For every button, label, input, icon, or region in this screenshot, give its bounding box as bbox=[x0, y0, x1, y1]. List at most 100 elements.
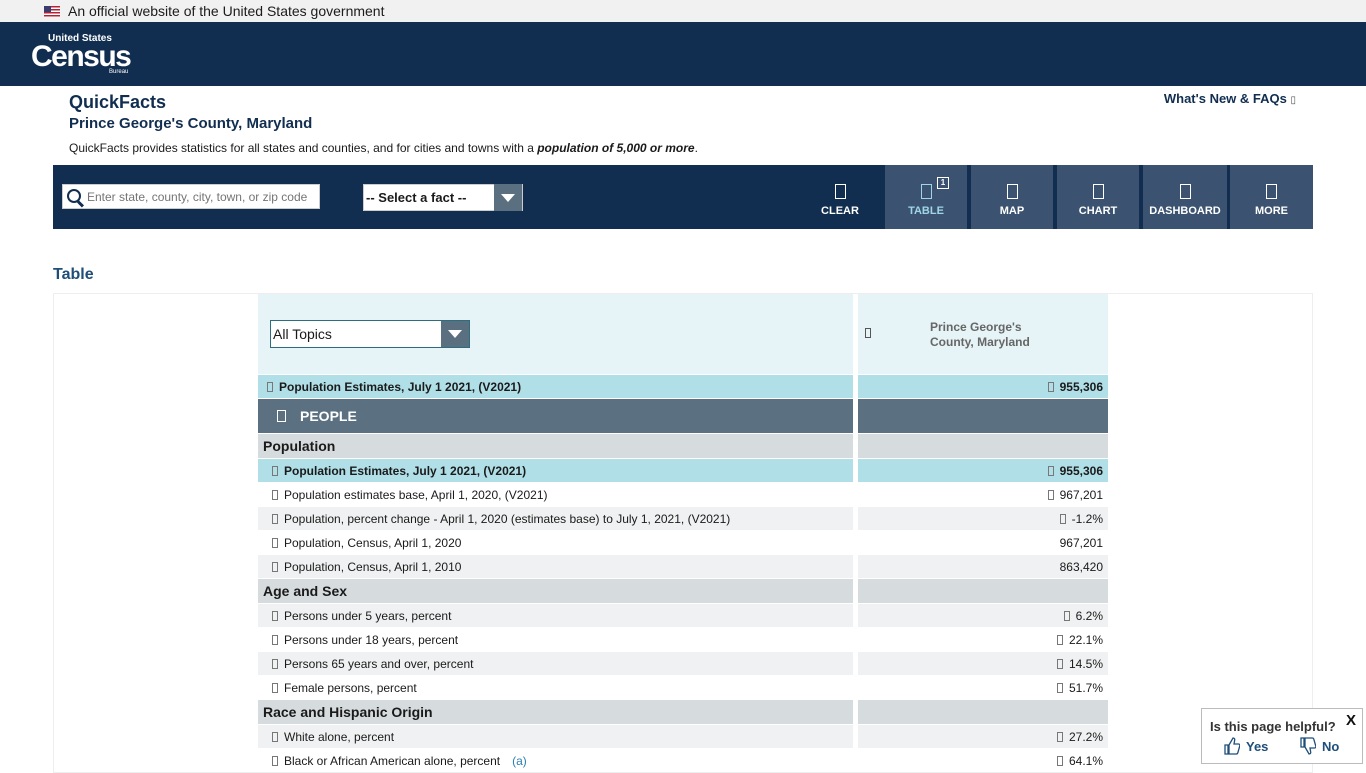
cell-value: 51.7% bbox=[1068, 680, 1103, 695]
clear-button[interactable]: CLEAR bbox=[800, 165, 880, 229]
checkbox-icon[interactable] bbox=[277, 410, 286, 422]
cell-value: 955,306 bbox=[1059, 463, 1103, 478]
checkbox-icon[interactable] bbox=[272, 489, 278, 500]
fact-select-value: -- Select a fact -- bbox=[366, 190, 467, 205]
table-row[interactable]: White alone, percent bbox=[258, 725, 853, 748]
value-cell[interactable]: 967,201 bbox=[858, 483, 1108, 506]
map-button[interactable]: MAP bbox=[971, 165, 1053, 229]
people-header[interactable]: PEOPLE bbox=[258, 399, 853, 433]
info-icon[interactable] bbox=[1059, 513, 1066, 524]
chart-button[interactable]: CHART bbox=[1057, 165, 1139, 229]
checkbox-icon[interactable] bbox=[272, 465, 278, 476]
chart-label: CHART bbox=[1078, 205, 1118, 217]
table-row[interactable]: Black or African American alone, percent… bbox=[258, 749, 853, 772]
value-cell[interactable]: 6.2% bbox=[858, 604, 1108, 627]
cell-value: 64.1% bbox=[1068, 753, 1103, 768]
page-description: QuickFacts provides statistics for all s… bbox=[69, 141, 698, 155]
checkbox-icon[interactable] bbox=[272, 755, 278, 766]
chevron-down-icon[interactable] bbox=[441, 321, 469, 347]
search-box bbox=[62, 184, 320, 209]
info-icon[interactable] bbox=[865, 328, 871, 338]
feedback-yes-label: Yes bbox=[1246, 738, 1269, 754]
table-row[interactable]: Persons under 18 years, percent bbox=[258, 628, 853, 651]
table-button[interactable]: 1 TABLE bbox=[885, 165, 967, 229]
table-icon bbox=[920, 184, 932, 199]
info-icon[interactable] bbox=[1056, 658, 1063, 669]
row-label: White alone, percent bbox=[284, 729, 395, 744]
page-subtitle: Prince George's County, Maryland bbox=[69, 115, 313, 132]
value-cell: 967,201 bbox=[858, 531, 1108, 554]
category-population: Population bbox=[258, 434, 853, 458]
table-row[interactable]: Persons under 5 years, percent bbox=[258, 604, 853, 627]
table-row[interactable]: Persons 65 years and over, percent bbox=[258, 652, 853, 675]
census-logo[interactable]: United States Census Bureau bbox=[31, 34, 132, 76]
info-icon[interactable] bbox=[1047, 381, 1054, 392]
close-icon[interactable]: X bbox=[1346, 712, 1356, 729]
value-cell[interactable]: 51.7% bbox=[858, 676, 1108, 699]
footnote-link[interactable]: (a) bbox=[512, 754, 527, 768]
cell-value: 22.1% bbox=[1068, 632, 1103, 647]
cell-value: 14.5% bbox=[1068, 656, 1103, 671]
category-age-sex: Age and Sex bbox=[258, 579, 853, 603]
clear-label: CLEAR bbox=[821, 205, 859, 217]
value-cell[interactable]: -1.2% bbox=[858, 507, 1108, 530]
value-cell[interactable]: 955,306 bbox=[858, 459, 1108, 482]
thumbs-up-icon bbox=[1224, 737, 1240, 755]
value-cell[interactable]: 27.2% bbox=[858, 725, 1108, 748]
checkbox-icon[interactable] bbox=[272, 731, 278, 742]
map-label: MAP bbox=[999, 205, 1025, 217]
feedback-no-button[interactable]: No bbox=[1300, 737, 1339, 755]
table-label: TABLE bbox=[908, 205, 944, 217]
info-icon[interactable] bbox=[1047, 465, 1054, 476]
whats-new-link[interactable]: What's New & FAQs ▯ bbox=[1164, 91, 1296, 106]
checkbox-icon[interactable] bbox=[272, 610, 278, 621]
cell-value: 863,420 bbox=[1059, 559, 1103, 574]
info-icon[interactable] bbox=[1056, 682, 1063, 693]
feedback-yes-button[interactable]: Yes bbox=[1224, 737, 1268, 755]
fact-select[interactable]: -- Select a fact -- bbox=[363, 184, 523, 211]
geo-column-header: Prince George's County, Maryland bbox=[930, 320, 1030, 349]
clear-icon bbox=[834, 184, 846, 199]
feedback-no-label: No bbox=[1322, 738, 1340, 754]
topic-select-value: All Topics bbox=[273, 326, 332, 342]
table-row[interactable]: Population Estimates, July 1 2021, (V202… bbox=[258, 459, 853, 482]
value-cell[interactable]: 955,306 bbox=[858, 375, 1108, 398]
chevron-down-icon[interactable] bbox=[494, 184, 522, 211]
table-row[interactable]: Population, Census, April 1, 2010 bbox=[258, 555, 853, 578]
table-row[interactable]: Female persons, percent bbox=[258, 676, 853, 699]
value-cell[interactable]: 14.5% bbox=[858, 652, 1108, 675]
checkbox-icon[interactable] bbox=[272, 537, 278, 548]
search-input[interactable] bbox=[87, 189, 315, 204]
cell-value: 967,201 bbox=[1059, 487, 1103, 502]
value-cell[interactable]: 64.1% bbox=[858, 749, 1108, 772]
table-header-right: Prince George's County, Maryland bbox=[858, 294, 1108, 374]
info-icon[interactable] bbox=[1056, 755, 1063, 766]
table-row[interactable]: Population Estimates, July 1 2021, (V202… bbox=[258, 375, 853, 398]
more-button[interactable]: MORE bbox=[1230, 165, 1313, 229]
checkbox-icon[interactable] bbox=[272, 658, 278, 669]
row-label: Population estimates base, April 1, 2020… bbox=[284, 487, 548, 502]
site-header: United States Census Bureau bbox=[0, 22, 1366, 86]
topic-select[interactable]: All Topics bbox=[270, 320, 470, 348]
info-icon[interactable] bbox=[1047, 489, 1054, 500]
thumbs-down-icon bbox=[1300, 737, 1316, 755]
info-icon[interactable] bbox=[1056, 731, 1063, 742]
cell-value: -1.2% bbox=[1071, 511, 1103, 526]
row-label: Population, Census, April 1, 2010 bbox=[284, 559, 462, 574]
more-icon bbox=[1266, 184, 1277, 199]
table-row[interactable]: Population estimates base, April 1, 2020… bbox=[258, 483, 853, 506]
checkbox-icon[interactable] bbox=[272, 561, 278, 572]
checkbox-icon[interactable] bbox=[267, 381, 273, 392]
checkbox-icon[interactable] bbox=[272, 634, 278, 645]
table-row[interactable]: Population, Census, April 1, 2020 bbox=[258, 531, 853, 554]
table-row[interactable]: Population, percent change - April 1, 20… bbox=[258, 507, 853, 530]
checkbox-icon[interactable] bbox=[272, 682, 278, 693]
info-icon[interactable] bbox=[1056, 634, 1063, 645]
value-cell[interactable]: 22.1% bbox=[858, 628, 1108, 651]
dashboard-button[interactable]: DASHBOARD bbox=[1143, 165, 1227, 229]
checkbox-icon[interactable] bbox=[272, 513, 278, 524]
search-icon[interactable] bbox=[63, 185, 87, 209]
logo-line2: Census bbox=[31, 40, 132, 73]
feedback-widget: Is this page helpful? X Yes No bbox=[1201, 708, 1363, 764]
info-icon[interactable] bbox=[1063, 610, 1070, 621]
